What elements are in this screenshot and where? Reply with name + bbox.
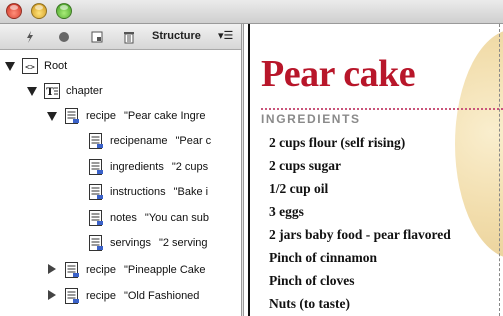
- disclosure-triangle-icon[interactable]: [4, 60, 16, 72]
- text-element-icon: [64, 108, 80, 124]
- ingredient-line[interactable]: 2 jars baby food - pear flavored: [269, 227, 451, 243]
- tree-item-preview: "Bake i: [173, 186, 209, 198]
- xml-root-icon: <>: [22, 58, 38, 74]
- trash-icon[interactable]: [121, 29, 137, 45]
- ingredient-line[interactable]: Pinch of cloves: [269, 273, 355, 289]
- tree-item-chapter[interactable]: T chapter: [26, 81, 111, 101]
- tree-item-label: Root: [44, 60, 68, 72]
- panel-title: Structure: [152, 30, 201, 42]
- add-attribute-icon[interactable]: [22, 29, 38, 45]
- svg-text:T: T: [46, 87, 54, 98]
- dotted-rule: [261, 108, 503, 110]
- zoom-window-button[interactable]: [56, 3, 72, 19]
- record-icon[interactable]: [56, 29, 72, 45]
- tree-item-preview: "Pear c: [175, 135, 212, 147]
- panel-menu-button[interactable]: ▾☰: [218, 29, 233, 42]
- window-title-bar: [0, 0, 503, 24]
- tree-item-label: servings: [110, 237, 151, 249]
- text-element-icon: [88, 133, 104, 149]
- ingredient-line[interactable]: 1/2 cup oil: [269, 181, 328, 197]
- disclosure-triangle-icon[interactable]: [26, 85, 38, 97]
- ingredient-line[interactable]: 2 cups sugar: [269, 158, 341, 174]
- tree-item-instructions[interactable]: instructions "Bake i: [70, 182, 208, 202]
- tree-item-label: recipe: [86, 264, 116, 276]
- text-element-icon: [88, 235, 104, 251]
- structure-toolbar: Structure ▾☰: [0, 24, 241, 50]
- ingredient-line[interactable]: 2 cups flour (self rising): [269, 135, 405, 151]
- text-element-icon: [88, 184, 104, 200]
- snippet-icon[interactable]: [89, 29, 105, 45]
- tree-item-preview: "2 cups: [171, 161, 209, 173]
- ingredient-line[interactable]: 3 eggs: [269, 204, 304, 220]
- story-element-icon: T: [44, 83, 60, 99]
- tree-item-label: ingredients: [110, 161, 164, 173]
- ingredient-line[interactable]: Nuts (to taste): [269, 296, 350, 312]
- tree-item-recipename[interactable]: recipename "Pear c: [70, 131, 211, 151]
- text-element-icon: [64, 288, 80, 304]
- tree-item-label: recipe: [86, 290, 116, 302]
- text-element-icon: [88, 210, 104, 226]
- structure-tree: <> Root T chapter recipe "Pear cake Ingr…: [0, 51, 241, 316]
- pear-illustration: [455, 29, 503, 259]
- tree-item-label: recipename: [110, 135, 168, 147]
- text-frame-edge: [499, 24, 500, 316]
- structure-panel: Structure ▾☰ <> Root T chapter recipe "P…: [0, 24, 241, 316]
- tree-item-label: recipe: [86, 110, 116, 122]
- tree-item-preview: "Pear cake Ingre: [123, 110, 206, 122]
- disclosure-triangle-icon[interactable]: [46, 290, 58, 302]
- svg-text:<>: <>: [25, 63, 35, 72]
- panel-splitter[interactable]: [241, 24, 244, 316]
- document-page: Pear cake INGREDIENTS 2 cups flour (self…: [250, 24, 503, 316]
- tree-item-label: notes: [110, 212, 137, 224]
- ingredient-line[interactable]: Pinch of cinnamon: [269, 250, 377, 266]
- recipe-title[interactable]: Pear cake: [261, 52, 416, 96]
- ingredients-heading[interactable]: INGREDIENTS: [261, 112, 361, 126]
- tree-item-preview: "Old Fashioned: [123, 290, 200, 302]
- tree-item-recipe[interactable]: recipe "Pineapple Cake: [46, 260, 206, 280]
- disclosure-triangle-icon[interactable]: [46, 110, 58, 122]
- text-element-icon: [88, 159, 104, 175]
- disclosure-triangle-icon[interactable]: [46, 264, 58, 276]
- close-window-button[interactable]: [6, 3, 22, 19]
- tree-item-notes[interactable]: notes "You can sub: [70, 208, 209, 228]
- tree-item-preview: "You can sub: [144, 212, 209, 224]
- tree-item-preview: "2 serving: [158, 237, 208, 249]
- tree-item-ingredients[interactable]: ingredients "2 cups: [70, 157, 208, 177]
- tree-item-servings[interactable]: servings "2 serving: [70, 233, 208, 253]
- tree-item-recipe[interactable]: recipe "Old Fashioned: [46, 286, 199, 306]
- tree-item-root[interactable]: <> Root: [4, 56, 75, 76]
- minimize-window-button[interactable]: [31, 3, 47, 19]
- tree-item-label: chapter: [66, 85, 103, 97]
- text-element-icon: [64, 262, 80, 278]
- tree-item-label: instructions: [110, 186, 166, 198]
- tree-item-recipe[interactable]: recipe "Pear cake Ingre: [46, 106, 206, 126]
- tree-item-preview: "Pineapple Cake: [123, 264, 206, 276]
